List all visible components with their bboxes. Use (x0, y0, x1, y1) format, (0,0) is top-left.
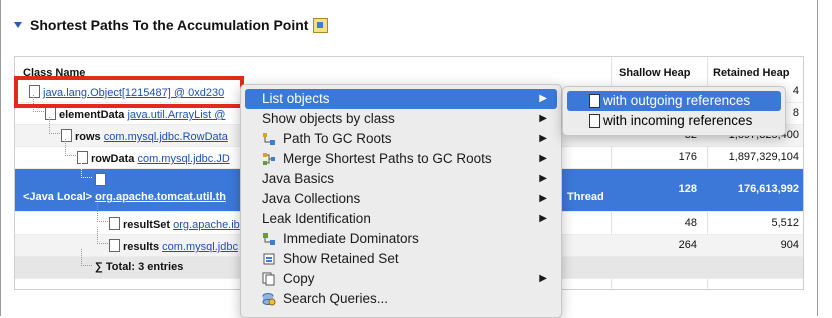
shallow-heap-value: 48 (684, 217, 697, 229)
menu-item-show-retained-set[interactable]: Show Retained Set (245, 249, 557, 269)
menu-item-label: Leak Identification (262, 211, 371, 226)
retained-set-icon (263, 253, 275, 265)
menu-item-search-queries[interactable]: Search Queries... (245, 289, 557, 309)
field-name: <Java Local> (23, 191, 93, 203)
object-link[interactable]: org.apache.ib (173, 219, 240, 231)
menu-item-label: List objects (262, 91, 330, 106)
submenu-arrow-icon: ▶ (539, 173, 547, 184)
sum-icon: ∑ (95, 261, 106, 273)
submenu-arrow-icon: ▶ (539, 133, 547, 144)
object-icon (95, 173, 106, 186)
submenu-arrow-icon: ▶ (539, 93, 547, 104)
column-header-shallow-heap[interactable]: Shallow Heap (619, 67, 691, 79)
outgoing-references-icon (589, 94, 600, 108)
submenu-arrow-icon: ▶ (539, 193, 547, 204)
section-header[interactable]: Shortest Paths To the Accumulation Point (14, 14, 329, 36)
context-menu: List objects ▶ Show objects by class ▶ Pat… (240, 84, 562, 318)
shallow-heap-value: 264 (678, 239, 697, 251)
highlight-box (14, 76, 244, 108)
menu-item-immediate-dominators[interactable]: Immediate Dominators (245, 229, 557, 249)
tree-connector (65, 139, 76, 156)
tree-connector (97, 203, 108, 222)
menu-item-label: Java Collections (262, 191, 361, 206)
incoming-references-icon (589, 114, 600, 128)
submenu-item-label: with incoming references (603, 113, 753, 128)
menu-item-java-basics[interactable]: Java Basics ▶ (245, 169, 557, 189)
submenu-arrow-icon: ▶ (539, 113, 547, 124)
menu-item-path-to-gc-roots[interactable]: Path To GC Roots ▶ (245, 129, 557, 149)
retained-heap-value: 8 (792, 107, 799, 119)
field-name: resultSet (123, 219, 171, 231)
retained-heap-value: 176,613,992 (737, 183, 799, 195)
menu-item-merge-shortest-paths[interactable]: Merge Shortest Paths to GC Roots ▶ (245, 149, 557, 169)
merge-icon (263, 153, 275, 165)
menu-item-list-objects[interactable]: List objects ▶ (245, 89, 557, 109)
menu-item-copy[interactable]: Copy ▶ (245, 269, 557, 289)
object-icon (109, 217, 120, 230)
menu-item-leak-identification[interactable]: Leak Identification ▶ (245, 209, 557, 229)
menu-item-label: Search Queries... (283, 291, 389, 306)
object-link[interactable]: com.mysql.jdbc.JD (137, 153, 229, 165)
collapse-triangle-icon[interactable] (14, 22, 22, 28)
menu-item-label: Immediate Dominators (283, 231, 419, 246)
field-name: rowData (91, 153, 135, 165)
menu-item-label: Copy (283, 271, 315, 286)
tree-connector (49, 117, 60, 134)
object-link[interactable]: java.util.ArrayList @ (127, 109, 225, 121)
object-link[interactable]: com.mysql.jdbc (162, 241, 238, 253)
submenu-arrow-icon: ▶ (539, 273, 547, 284)
object-link[interactable]: com.mysql.jdbc.RowData (104, 131, 228, 143)
tree-connector (81, 161, 92, 178)
tree-connector (97, 227, 108, 244)
list-objects-submenu: with outgoing references with incoming r… (562, 86, 786, 136)
submenu-item-incoming-references[interactable]: with incoming references (567, 111, 781, 131)
field-name: rows (75, 131, 101, 143)
menu-item-show-objects-by-class[interactable]: Show objects by class ▶ (245, 109, 557, 129)
path-icon (263, 133, 275, 145)
menu-item-label: Merge Shortest Paths to GC Roots (283, 151, 492, 166)
tree-connector (81, 249, 92, 266)
menu-item-label: Path To GC Roots (283, 131, 392, 146)
search-queries-icon (262, 293, 276, 306)
retained-heap-value: 1,897,329,104 (728, 151, 799, 163)
field-name: results (123, 241, 160, 253)
field-name: elementData (59, 109, 125, 121)
menu-item-label: Show Retained Set (283, 251, 399, 266)
menu-item-label: Show objects by class (262, 111, 395, 126)
submenu-arrow-icon: ▶ (539, 213, 547, 224)
submenu-item-label: with outgoing references (603, 93, 751, 108)
shallow-heap-value: 128 (678, 183, 697, 195)
class-name-suffix: Thread (567, 191, 604, 203)
submenu-arrow-icon: ▶ (539, 153, 547, 164)
menu-item-java-collections[interactable]: Java Collections ▶ (245, 189, 557, 209)
dominator-icon (263, 233, 275, 245)
total-label: Total: 3 entries (105, 261, 184, 273)
submenu-item-outgoing-references[interactable]: with outgoing references (567, 91, 781, 111)
copy-icon (262, 272, 275, 286)
section-title: Shortest Paths To the Accumulation Point (30, 17, 309, 33)
retained-heap-value: 4 (792, 85, 799, 97)
retained-heap-value: 904 (780, 239, 799, 251)
retained-heap-value: 5,512 (771, 217, 799, 229)
column-header-retained-heap[interactable]: Retained Heap (713, 67, 789, 79)
shallow-heap-value: 176 (678, 151, 697, 163)
menu-item-label: Java Basics (262, 171, 335, 186)
object-link[interactable]: org.apache.tomcat.util.th (95, 191, 226, 203)
report-icon[interactable] (313, 17, 329, 33)
object-icon (109, 239, 120, 252)
